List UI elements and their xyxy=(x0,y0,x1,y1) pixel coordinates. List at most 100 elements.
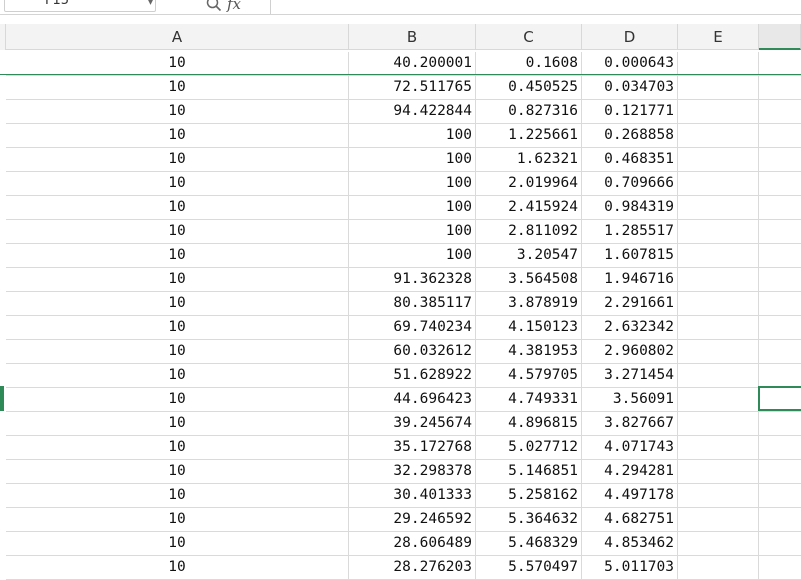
cell-a[interactable]: 10 xyxy=(6,148,349,171)
cell-f[interactable] xyxy=(759,460,801,483)
cell-a[interactable]: 10 xyxy=(6,196,349,219)
cell-b[interactable]: 100 xyxy=(349,244,476,267)
fx-icon[interactable]: fx xyxy=(227,0,241,12)
cell-a[interactable]: 10 xyxy=(6,436,349,459)
cell-c[interactable]: 4.150123 xyxy=(476,316,582,339)
cell-c[interactable]: 5.468329 xyxy=(476,532,582,555)
cell-c[interactable]: 3.564508 xyxy=(476,268,582,291)
cell-f[interactable] xyxy=(759,100,801,123)
column-header-d[interactable]: D xyxy=(582,24,678,50)
cell-e[interactable] xyxy=(678,52,759,75)
cell-e[interactable] xyxy=(678,316,759,339)
cell-f[interactable] xyxy=(759,244,801,267)
cell-b[interactable]: 29.246592 xyxy=(349,508,476,531)
cell-e[interactable] xyxy=(678,244,759,267)
cell-b[interactable]: 80.385117 xyxy=(349,292,476,315)
cell-d[interactable]: 3.271454 xyxy=(582,364,678,387)
cell-e[interactable] xyxy=(678,364,759,387)
cell-d[interactable]: 0.468351 xyxy=(582,148,678,171)
cell-a[interactable]: 10 xyxy=(6,220,349,243)
cell-c[interactable]: 5.027712 xyxy=(476,436,582,459)
cell-c[interactable]: 5.258162 xyxy=(476,484,582,507)
cell-b[interactable]: 100 xyxy=(349,148,476,171)
cell-d[interactable]: 0.984319 xyxy=(582,196,678,219)
active-cell-selection[interactable] xyxy=(758,386,801,411)
cell-c[interactable]: 0.1608 xyxy=(476,52,582,75)
cell-e[interactable] xyxy=(678,76,759,99)
cell-a[interactable]: 10 xyxy=(6,268,349,291)
cell-e[interactable] xyxy=(678,196,759,219)
cell-a[interactable]: 10 xyxy=(6,124,349,147)
cell-d[interactable]: 2.960802 xyxy=(582,340,678,363)
column-header-c[interactable]: C xyxy=(476,24,582,50)
cell-d[interactable]: 0.268858 xyxy=(582,124,678,147)
cell-f[interactable] xyxy=(759,508,801,531)
cell-d[interactable]: 4.853462 xyxy=(582,532,678,555)
cell-f[interactable] xyxy=(759,436,801,459)
cell-d[interactable]: 0.000643 xyxy=(582,52,678,75)
cell-a[interactable]: 10 xyxy=(6,340,349,363)
cell-d[interactable]: 1.946716 xyxy=(582,268,678,291)
cell-a[interactable]: 10 xyxy=(6,412,349,435)
cell-c[interactable]: 5.146851 xyxy=(476,460,582,483)
cell-c[interactable]: 1.225661 xyxy=(476,124,582,147)
cell-b[interactable]: 60.032612 xyxy=(349,340,476,363)
cell-a[interactable]: 10 xyxy=(6,52,349,75)
cell-d[interactable]: 1.285517 xyxy=(582,220,678,243)
cell-e[interactable] xyxy=(678,268,759,291)
cell-d[interactable]: 3.827667 xyxy=(582,412,678,435)
cell-f[interactable] xyxy=(759,172,801,195)
cell-f[interactable] xyxy=(759,316,801,339)
cell-b[interactable]: 51.628922 xyxy=(349,364,476,387)
cell-c[interactable]: 4.749331 xyxy=(476,388,582,411)
cell-c[interactable]: 5.364632 xyxy=(476,508,582,531)
chevron-down-icon[interactable]: ▾ xyxy=(148,0,153,11)
cell-d[interactable]: 4.682751 xyxy=(582,508,678,531)
cell-f[interactable] xyxy=(759,52,801,75)
cell-b[interactable]: 28.606489 xyxy=(349,532,476,555)
cell-b[interactable]: 44.696423 xyxy=(349,388,476,411)
cell-c[interactable]: 2.811092 xyxy=(476,220,582,243)
cell-e[interactable] xyxy=(678,412,759,435)
cell-d[interactable]: 0.034703 xyxy=(582,76,678,99)
cell-e[interactable] xyxy=(678,220,759,243)
cell-f[interactable] xyxy=(759,196,801,219)
cell-d[interactable]: 4.497178 xyxy=(582,484,678,507)
name-box[interactable]: F15 ▾ xyxy=(4,0,156,12)
cell-b[interactable]: 91.362328 xyxy=(349,268,476,291)
cell-b[interactable]: 72.511765 xyxy=(349,76,476,99)
column-header-f[interactable] xyxy=(759,24,801,50)
cell-f[interactable] xyxy=(759,292,801,315)
cell-e[interactable] xyxy=(678,292,759,315)
cell-e[interactable] xyxy=(678,124,759,147)
cell-a[interactable]: 10 xyxy=(6,100,349,123)
cell-f[interactable] xyxy=(759,364,801,387)
cell-c[interactable]: 4.896815 xyxy=(476,412,582,435)
cell-a[interactable]: 10 xyxy=(6,172,349,195)
cell-e[interactable] xyxy=(678,172,759,195)
cell-b[interactable]: 100 xyxy=(349,124,476,147)
cell-b[interactable]: 30.401333 xyxy=(349,484,476,507)
cell-c[interactable]: 4.579705 xyxy=(476,364,582,387)
cell-f[interactable] xyxy=(759,268,801,291)
cell-a[interactable]: 10 xyxy=(6,316,349,339)
cell-f[interactable] xyxy=(759,484,801,507)
cell-d[interactable]: 2.291661 xyxy=(582,292,678,315)
cell-f[interactable] xyxy=(759,532,801,555)
cell-c[interactable]: 0.827316 xyxy=(476,100,582,123)
cell-b[interactable]: 94.422844 xyxy=(349,100,476,123)
cell-c[interactable]: 0.450525 xyxy=(476,76,582,99)
column-header-a[interactable]: A xyxy=(6,24,349,50)
cell-f[interactable] xyxy=(759,124,801,147)
cell-d[interactable]: 3.56091 xyxy=(582,388,678,411)
cell-a[interactable]: 10 xyxy=(6,244,349,267)
cell-e[interactable] xyxy=(678,388,759,411)
cell-e[interactable] xyxy=(678,460,759,483)
cell-f[interactable] xyxy=(759,340,801,363)
cell-d[interactable]: 4.294281 xyxy=(582,460,678,483)
cell-e[interactable] xyxy=(678,436,759,459)
cell-a[interactable]: 10 xyxy=(6,364,349,387)
cell-c[interactable]: 3.878919 xyxy=(476,292,582,315)
cell-a[interactable]: 10 xyxy=(6,484,349,507)
cell-f[interactable] xyxy=(759,76,801,99)
